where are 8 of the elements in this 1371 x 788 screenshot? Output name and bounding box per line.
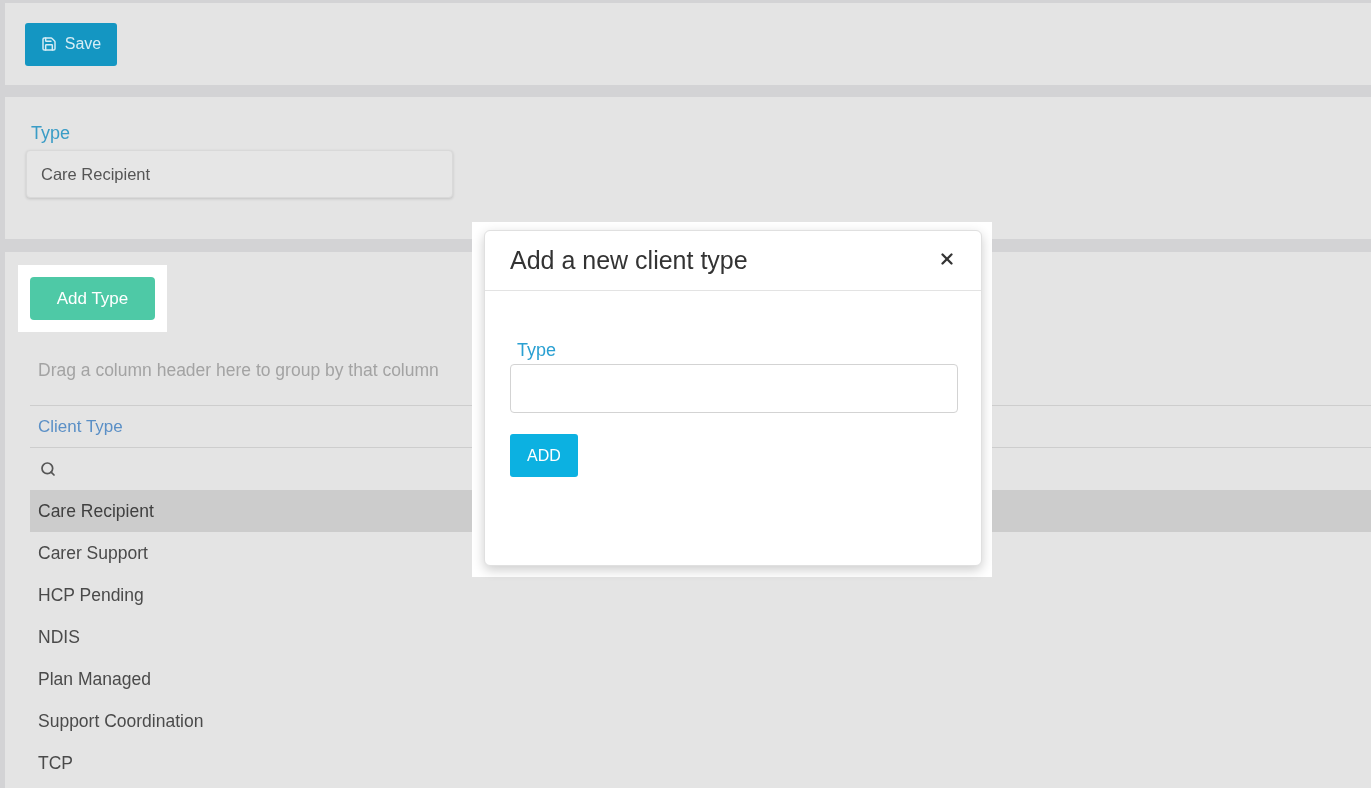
type-label: Type (31, 122, 71, 145)
type-input[interactable] (510, 364, 958, 413)
type-field[interactable]: Care Recipient (26, 150, 453, 198)
dialog-title: Add a new client type (510, 244, 748, 276)
save-icon (40, 36, 57, 52)
search-icon (40, 461, 56, 477)
group-hint: Drag a column header here to group by that column (38, 359, 439, 382)
type-label: Type (517, 339, 557, 361)
